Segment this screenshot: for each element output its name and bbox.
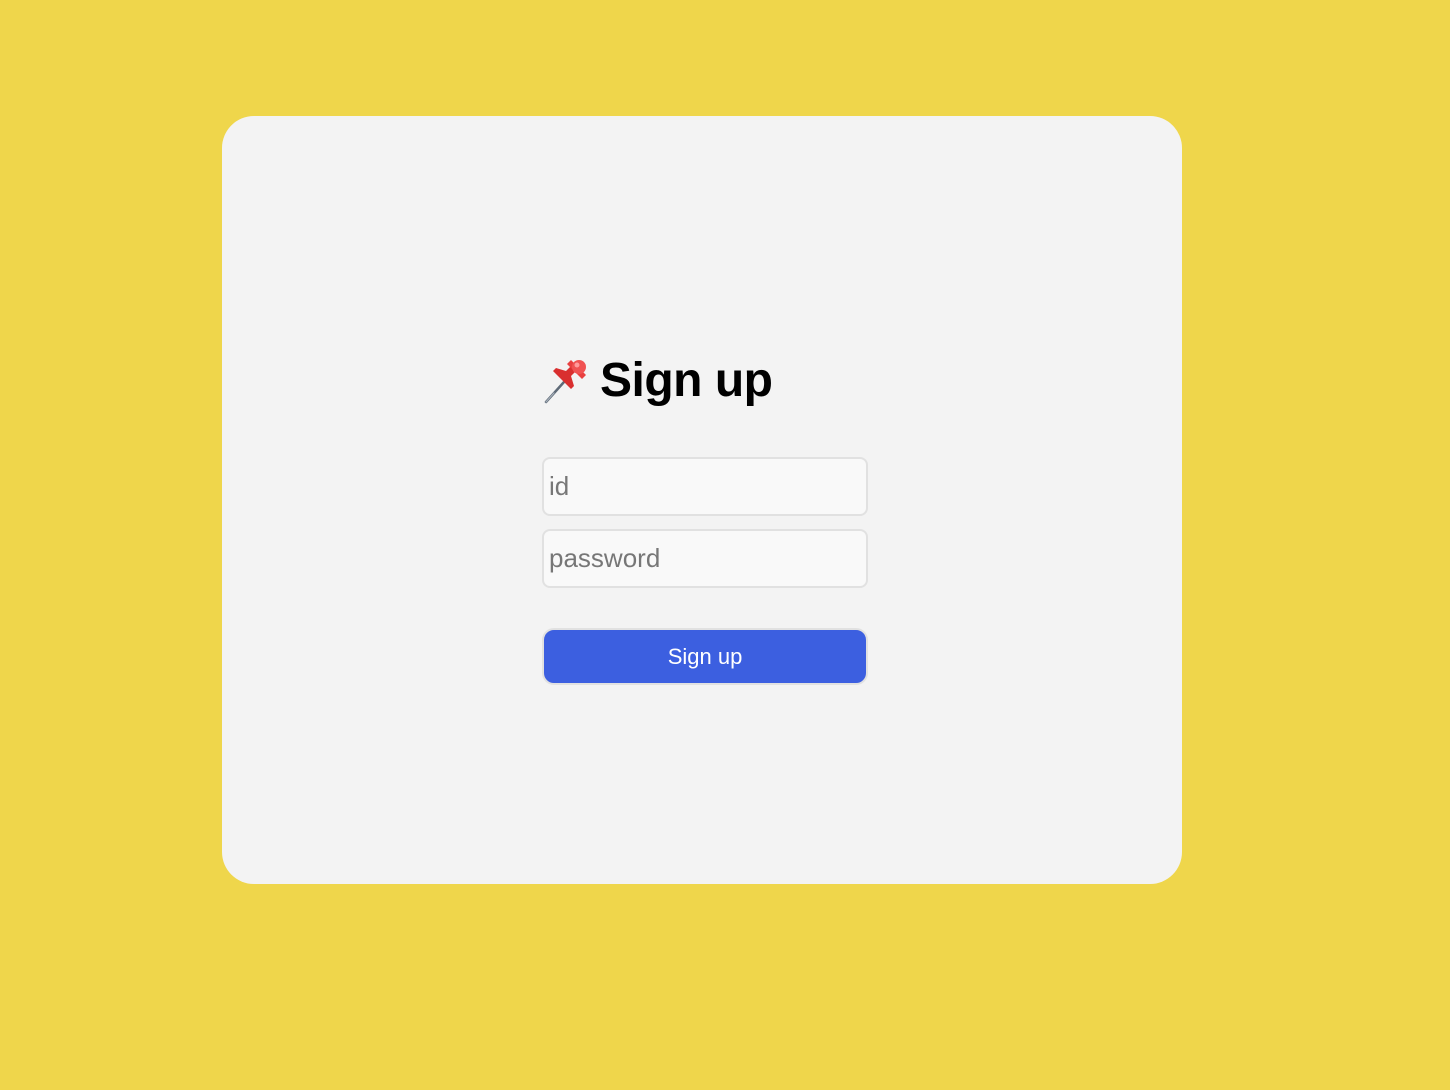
sign-up-button[interactable]: Sign up xyxy=(542,628,868,685)
page-title-text: Sign up xyxy=(600,353,773,407)
password-input[interactable] xyxy=(542,529,868,588)
pushpin-icon xyxy=(542,354,592,406)
page-title: Sign up xyxy=(542,348,868,412)
signup-form: Sign up Sign up xyxy=(542,348,868,685)
id-input[interactable] xyxy=(542,457,868,516)
signup-card: Sign up Sign up xyxy=(222,116,1182,884)
